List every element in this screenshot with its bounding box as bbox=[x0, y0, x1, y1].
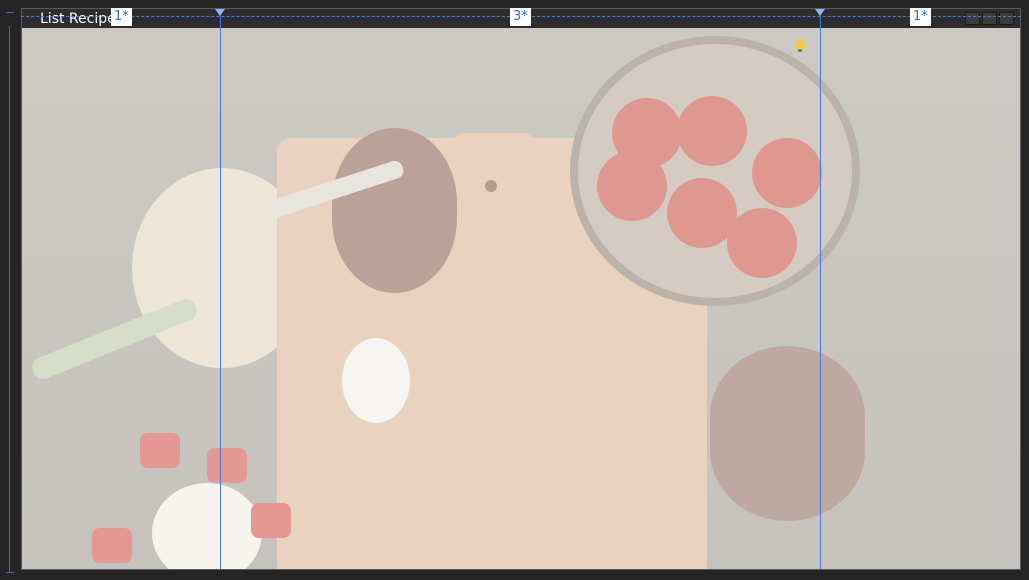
maximize-icon[interactable] bbox=[982, 12, 997, 25]
design-surface[interactable]: List Recipe bbox=[21, 8, 1021, 570]
column-divider-handle-1[interactable] bbox=[215, 9, 225, 16]
column-width-label-1[interactable]: 1* bbox=[111, 8, 132, 26]
column-divider-handle-2[interactable] bbox=[815, 9, 825, 16]
minimize-icon[interactable] bbox=[965, 12, 980, 25]
window-controls bbox=[965, 12, 1014, 25]
designer-window: List Recipe 1* 3* 1* bbox=[0, 0, 1029, 580]
column-width-label-2[interactable]: 3* bbox=[510, 8, 531, 26]
page-title: List Recipe bbox=[40, 11, 116, 27]
column-divider-2[interactable] bbox=[820, 12, 821, 569]
recipe-background-image bbox=[22, 28, 1020, 569]
left-gutter-bottom-tick bbox=[6, 572, 14, 573]
column-width-label-3[interactable]: 1* bbox=[910, 8, 931, 26]
lightbulb-icon[interactable] bbox=[795, 39, 805, 52]
close-icon[interactable] bbox=[999, 12, 1014, 25]
left-gutter-top-tick bbox=[6, 12, 14, 13]
column-divider-1[interactable] bbox=[220, 12, 221, 569]
image-fade-overlay bbox=[22, 28, 1020, 569]
left-gutter-rail bbox=[9, 26, 10, 572]
